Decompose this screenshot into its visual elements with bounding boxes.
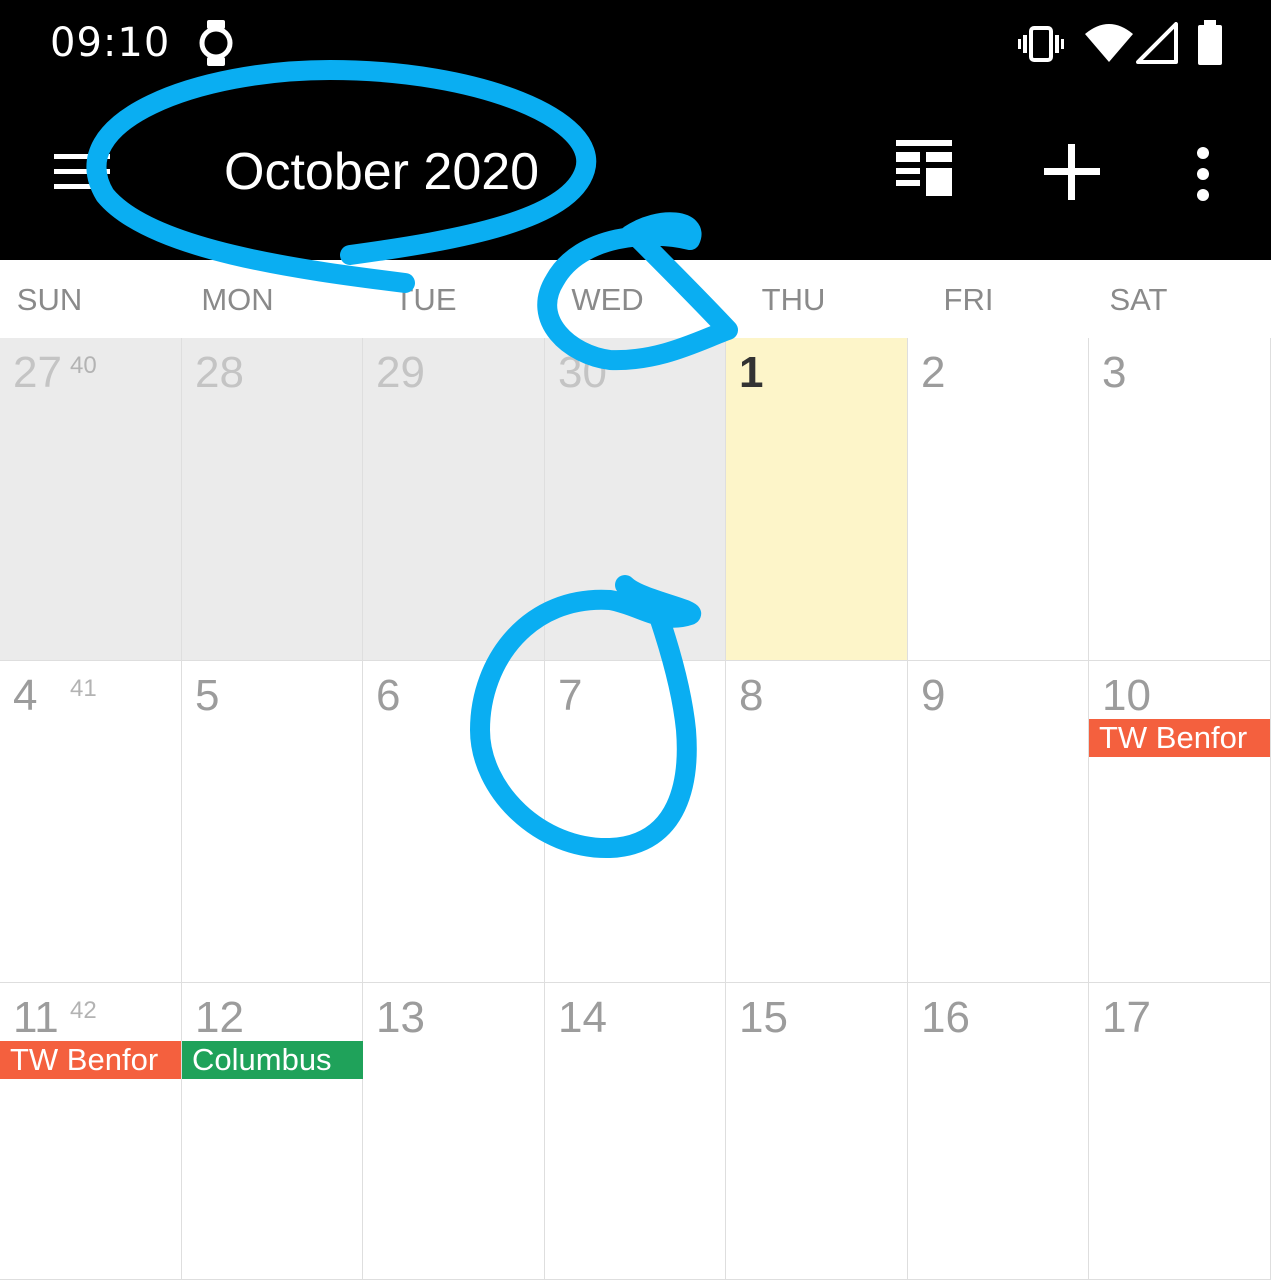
month-title[interactable]: October 2020 bbox=[224, 142, 539, 202]
status-time: 09:10 bbox=[50, 20, 171, 66]
day-cell[interactable]: 4 41 bbox=[0, 661, 182, 983]
day-number: 3 bbox=[1102, 348, 1127, 397]
app-bar: October 2020 bbox=[0, 90, 1271, 260]
day-number: 4 bbox=[13, 671, 38, 720]
weekday-sun: SUN bbox=[16, 282, 83, 317]
day-cell[interactable]: 27 40 bbox=[0, 338, 182, 661]
day-cell[interactable]: 30 bbox=[545, 338, 726, 661]
week-number: 42 bbox=[70, 997, 97, 1024]
menu-icon[interactable] bbox=[54, 152, 118, 197]
day-cell[interactable]: 1 bbox=[726, 338, 908, 661]
day-number: 10 bbox=[1102, 671, 1151, 720]
day-cell[interactable]: 16 bbox=[908, 983, 1089, 1280]
day-number: 29 bbox=[376, 348, 425, 397]
day-number: 15 bbox=[739, 993, 788, 1042]
day-number: 27 bbox=[13, 348, 62, 397]
day-cell[interactable]: 8 bbox=[726, 661, 908, 983]
wifi-icon bbox=[1085, 22, 1133, 69]
month-grid: 27 40 28 29 30 1 2 3 4 41 5 6 7 8 9 10 TW Benfor 11 42 TW B… bbox=[0, 338, 1271, 1280]
battery-icon bbox=[1196, 20, 1224, 71]
day-cell[interactable]: 7 bbox=[545, 661, 726, 983]
day-number: 13 bbox=[376, 993, 425, 1042]
weekday-thu: THU bbox=[761, 282, 826, 317]
day-number: 2 bbox=[921, 348, 946, 397]
add-icon[interactable] bbox=[1042, 142, 1102, 207]
watch-icon bbox=[196, 18, 236, 73]
event-chip[interactable]: TW Benfor bbox=[0, 1041, 181, 1079]
day-number: 17 bbox=[1102, 993, 1151, 1042]
vibrate-icon bbox=[1018, 26, 1064, 67]
day-number: 30 bbox=[558, 348, 607, 397]
day-number: 9 bbox=[921, 671, 946, 720]
day-number: 6 bbox=[376, 671, 401, 720]
day-cell[interactable]: 5 bbox=[182, 661, 363, 983]
day-cell[interactable]: 15 bbox=[726, 983, 908, 1280]
more-vert-icon[interactable] bbox=[1190, 144, 1216, 209]
weekday-mon: MON bbox=[201, 282, 274, 317]
day-cell[interactable]: 14 bbox=[545, 983, 726, 1280]
day-cell[interactable]: 10 TW Benfor bbox=[1089, 661, 1271, 983]
weekday-tue: TUE bbox=[394, 282, 457, 317]
day-cell[interactable]: 13 bbox=[363, 983, 545, 1280]
weekday-header: SUN MON TUE WED THU FRI SAT bbox=[0, 260, 1271, 339]
day-number: 7 bbox=[558, 671, 583, 720]
day-cell[interactable]: 11 42 TW Benfor bbox=[0, 983, 182, 1280]
day-number: 11 bbox=[13, 993, 59, 1042]
week-number: 40 bbox=[70, 352, 97, 379]
day-cell[interactable]: 28 bbox=[182, 338, 363, 661]
week-number: 41 bbox=[70, 675, 97, 702]
weekday-fri: FRI bbox=[943, 282, 994, 317]
day-number: 12 bbox=[195, 993, 244, 1042]
event-chip[interactable]: Columbus bbox=[182, 1041, 363, 1079]
signal-icon bbox=[1136, 22, 1178, 69]
day-number: 16 bbox=[921, 993, 970, 1042]
day-cell[interactable]: 17 bbox=[1089, 983, 1271, 1280]
day-cell[interactable]: 12 Columbus bbox=[182, 983, 363, 1280]
day-cell[interactable]: 2 bbox=[908, 338, 1089, 661]
day-number: 28 bbox=[195, 348, 244, 397]
day-cell[interactable]: 29 bbox=[363, 338, 545, 661]
status-bar: 09:10 bbox=[0, 0, 1271, 90]
view-switch-icon[interactable] bbox=[896, 140, 954, 203]
day-number: 8 bbox=[739, 671, 764, 720]
day-number: 14 bbox=[558, 993, 607, 1042]
event-chip[interactable]: TW Benfor bbox=[1089, 719, 1270, 757]
day-cell[interactable]: 9 bbox=[908, 661, 1089, 983]
day-number: 1 bbox=[739, 348, 764, 397]
weekday-sat: SAT bbox=[1109, 282, 1168, 317]
day-cell[interactable]: 3 bbox=[1089, 338, 1271, 661]
weekday-wed: WED bbox=[571, 282, 644, 317]
day-cell[interactable]: 6 bbox=[363, 661, 545, 983]
day-number: 5 bbox=[195, 671, 220, 720]
